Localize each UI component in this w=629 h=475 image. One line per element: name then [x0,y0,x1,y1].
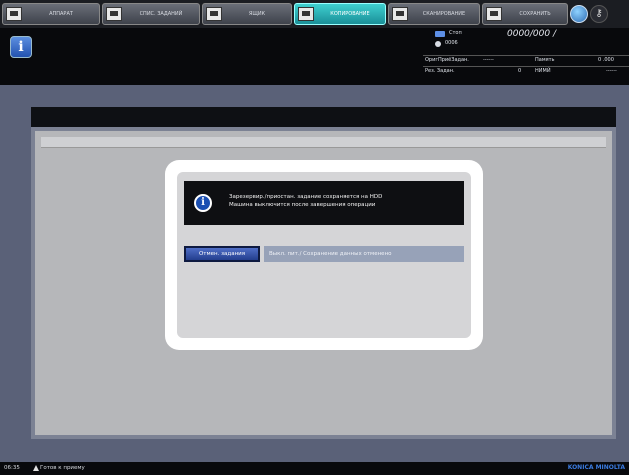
brand-logo: KONICA MINOLTA [567,464,625,471]
tab-label: СОХРАНИТЬ [519,11,551,17]
help-icon[interactable] [570,5,588,23]
row-label: Рез. Задан. [425,68,455,74]
box-icon [206,7,222,21]
tab-label: СКАНИРОВАНИЕ [422,11,466,17]
tab-box[interactable]: ЯЩИК [202,3,292,25]
info-icon: i [194,194,212,212]
save-icon [486,7,502,21]
clock: 06:35 [4,465,20,471]
tab-label: КОПИРОВАНИЕ [330,11,370,17]
row-label: ОригПриёЗадан. [425,57,469,63]
message-box: i Зарезервир./приостан. задание сохраняе… [184,181,464,225]
tab-label: ЯЩИК [248,11,266,17]
copy-counter: 0000/000 / [507,29,557,39]
message-line: Зарезервир./приостан. задание сохраняетс… [229,194,383,200]
machine-status-panel: Стоп 0000/000 / 0006 ОригПриёЗадан. ----… [423,28,629,85]
memory-label: Память [535,57,555,63]
header-bar [31,107,616,127]
scan-icon [392,7,408,21]
message-line: Машина выключится после завершения опера… [229,202,376,208]
row-value: ------ [606,68,617,74]
tab-save[interactable]: СОХРАНИТЬ [482,3,568,25]
row-value: ------ [483,57,494,63]
top-tab-bar: АППАРАТ СПИС. ЗАДАНИЙ ЯЩИК КОПИРОВАНИЕ С… [0,0,629,28]
footer-bar: 06:35 Готов к приему KONICA MINOLTA [0,462,629,475]
dialog-message: Зарезервир./приостан. задание сохраняетс… [229,193,459,209]
tab-job-list[interactable]: СПИС. ЗАДАНИЙ [102,3,200,25]
tab-scan[interactable]: СКАНИРОВАНИЕ [388,3,480,25]
status-area: i Стоп 0000/000 / 0006 ОригПриёЗадан. --… [0,28,629,85]
row-label: НИМЙ [535,68,551,74]
tab-copy[interactable]: КОПИРОВАНИЕ [294,3,386,25]
copy-icon [298,7,314,21]
key-icon[interactable]: ⚷ [590,5,608,23]
shutdown-dialog: i Зарезервир./приостан. задание сохраняе… [165,160,483,350]
ready-status: Готов к приему [40,465,85,471]
status-row: ОригПриёЗадан. ------ Память 0 .000 [423,55,629,66]
status-row: Рез. Задан. 0 НИМЙ ------ [423,66,629,77]
job-number: 0006 [445,40,458,46]
dialog-body: i Зарезервир./приостан. задание сохраняе… [177,172,471,338]
memory-value: 0 .000 [598,57,614,63]
frame-title-bar [41,137,606,148]
stop-status: Стоп [449,30,462,36]
cancel-result-text: Выкл. пит./ Сохранение данных отменено [264,246,464,262]
tab-label: СПИС. ЗАДАНИЙ [139,11,183,17]
tab-label: АППАРАТ [49,11,73,17]
cancel-job-button[interactable]: Отмен. задания [184,246,260,262]
user-icon [435,41,441,47]
machine-icon [6,7,22,21]
job-list-icon [106,7,122,21]
tab-machine[interactable]: АППАРАТ [2,3,100,25]
warning-icon [33,465,39,471]
row-value: 0 [518,68,522,74]
info-icon[interactable]: i [10,36,32,58]
printer-icon [435,31,445,37]
